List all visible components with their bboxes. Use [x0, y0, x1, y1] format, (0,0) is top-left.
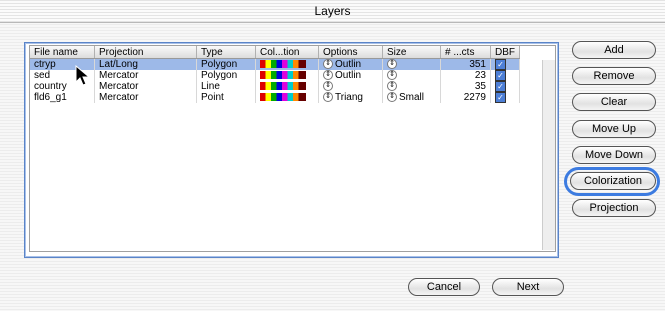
vertical-scrollbar[interactable]	[542, 60, 555, 250]
cell-options[interactable]: ⇕ Outlin	[318, 58, 383, 70]
cell-size[interactable]: ⇕	[382, 81, 441, 92]
remove-button[interactable]: Remove	[572, 67, 656, 85]
cell-object-count: 351	[440, 58, 491, 70]
layers-table-container[interactable]: File name Projection Type Col...tion Opt…	[29, 45, 556, 252]
stepper-icon[interactable]: ⇕	[387, 59, 397, 70]
color-ramp-swatch	[260, 82, 306, 91]
table-row[interactable]: ctryp Lat/Long Polygon ⇕ Outlin ⇕ 351 ✓	[30, 58, 520, 70]
stepper-icon[interactable]: ⇕	[323, 92, 333, 103]
stepper-icon[interactable]: ⇕	[387, 81, 397, 92]
dbf-checkbox[interactable]: ✓	[495, 92, 506, 103]
cell-options[interactable]: ⇕	[318, 81, 383, 92]
table-row[interactable]: fld6_g1 Mercator Point ⇕ Triang ⇕ Small 22…	[30, 92, 520, 103]
cell-dbf[interactable]: ✓	[490, 92, 520, 103]
cell-dbf[interactable]: ✓	[490, 70, 520, 81]
cell-object-count: 35	[440, 81, 491, 92]
next-button[interactable]: Next	[492, 278, 564, 296]
cell-type: Point	[196, 92, 256, 103]
cell-colorization[interactable]	[255, 58, 319, 70]
stepper-icon[interactable]: ⇕	[323, 70, 333, 81]
layers-list-frame: File name Projection Type Col...tion Opt…	[24, 42, 559, 258]
cell-options[interactable]: ⇕ Outlin	[318, 70, 383, 81]
stepper-icon[interactable]: ⇕	[387, 92, 397, 103]
cell-size[interactable]: ⇕ Small	[382, 92, 441, 103]
cell-dbf[interactable]: ✓	[490, 81, 520, 92]
dbf-checkbox[interactable]: ✓	[495, 70, 506, 81]
cell-size[interactable]: ⇕	[382, 58, 441, 70]
cell-projection: Mercator	[94, 81, 197, 92]
add-button[interactable]: Add	[572, 41, 656, 59]
col-projection[interactable]: Projection	[94, 46, 197, 59]
cancel-button[interactable]: Cancel	[408, 278, 480, 296]
mouse-cursor-icon	[75, 65, 91, 86]
stepper-icon[interactable]: ⇕	[323, 59, 333, 70]
cell-type: Line	[196, 81, 256, 92]
stepper-icon[interactable]: ⇕	[387, 70, 397, 81]
cell-size[interactable]: ⇕	[382, 70, 441, 81]
cell-object-count: 2279	[440, 92, 491, 103]
cell-object-count: 23	[440, 70, 491, 81]
cell-colorization[interactable]	[255, 92, 319, 103]
cell-projection: Lat/Long	[94, 58, 197, 70]
cell-type: Polygon	[196, 70, 256, 81]
col-size[interactable]: Size	[382, 46, 441, 59]
dbf-checkbox[interactable]: ✓	[495, 59, 506, 70]
col-colorization[interactable]: Col...tion	[255, 46, 319, 59]
cell-size-label: Small	[399, 92, 425, 103]
table-header-row: File name Projection Type Col...tion Opt…	[30, 46, 520, 59]
table-row[interactable]: country Mercator Line ⇕ ⇕ 35 ✓	[30, 81, 520, 92]
cell-options-label: Outlin	[335, 59, 362, 70]
cell-file-name: fld6_g1	[30, 92, 95, 103]
cell-options-label: Outlin	[335, 70, 362, 81]
cell-dbf[interactable]: ✓	[490, 58, 520, 70]
cell-options-label: Triang	[335, 92, 363, 103]
layers-table: File name Projection Type Col...tion Opt…	[30, 46, 520, 103]
dbf-checkbox[interactable]: ✓	[495, 81, 506, 92]
cell-options[interactable]: ⇕ Triang	[318, 92, 383, 103]
colorization-button[interactable]: Colorization	[570, 172, 656, 190]
move-up-button[interactable]: Move Up	[572, 120, 656, 138]
projection-button[interactable]: Projection	[572, 199, 656, 217]
color-ramp-swatch	[260, 71, 306, 80]
col-dbf[interactable]: DBF	[490, 46, 520, 59]
cell-colorization[interactable]	[255, 70, 319, 81]
color-ramp-swatch	[260, 60, 306, 69]
window-title: Layers	[0, 0, 665, 23]
col-options[interactable]: Options	[318, 46, 383, 59]
col-file-name[interactable]: File name	[30, 46, 95, 59]
cell-projection: Mercator	[94, 70, 197, 81]
col-type[interactable]: Type	[196, 46, 256, 59]
table-row[interactable]: sed Mercator Polygon ⇕ Outlin ⇕ 23 ✓	[30, 70, 520, 81]
cell-type: Polygon	[196, 58, 256, 70]
cell-projection: Mercator	[94, 92, 197, 103]
move-down-button[interactable]: Move Down	[572, 146, 656, 164]
color-ramp-swatch	[260, 93, 306, 102]
col-object-count[interactable]: # ...cts	[440, 46, 491, 59]
cell-colorization[interactable]	[255, 81, 319, 92]
stepper-icon[interactable]: ⇕	[323, 81, 333, 92]
clear-button[interactable]: Clear	[572, 93, 656, 111]
